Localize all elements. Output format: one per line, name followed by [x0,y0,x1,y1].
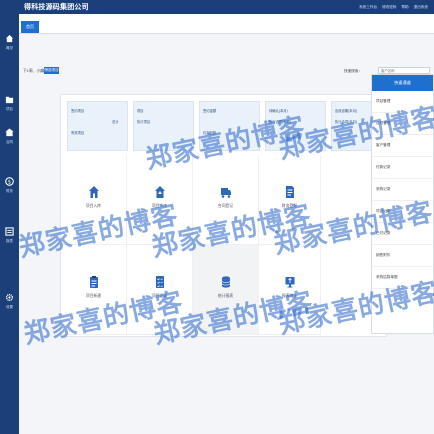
document-icon [285,186,294,198]
stat-label: 应收逾期(本月) [335,109,357,113]
stat-label: 执行合同(本月) [269,120,291,124]
database-icon [221,276,230,288]
sidebar-item-label: 项目 [6,107,13,111]
sidebar-item-contracts[interactable]: 合同 [0,128,19,144]
module-tile[interactable]: 项目入库 [127,155,193,245]
module-tile[interactable]: 统计报表 [193,245,259,335]
house-icon [88,186,99,198]
sidebar: 概况 项目 合同 $ 财务 报表 设置 [0,14,19,434]
dashboard-panel: 签约项目 有效项目 总计 项目 执行项目 签约金额 约定回款 待确认(本月) 执… [60,94,387,337]
sidebar-item-settings[interactable]: 设置 [0,293,19,309]
module-tile[interactable]: 合同登记 [193,155,259,245]
quick-access-panel: 快速通道 项目管理 合同管理 客户管理 付款记录 采购记录 项目记录 已付记录 … [371,74,434,334]
stat-label: 约定回款 [203,131,217,135]
module-tile[interactable]: 报表统计 [259,245,321,335]
module-label: 财务登记 [281,204,298,208]
truck-icon [220,188,231,198]
stat-label: 签约项目 [71,109,85,113]
main-content: 首页 下1周、小编 筛选项目 快速搜索： 签约项目 有效项目 总计 项目 执行项… [19,14,434,434]
stat-label: 执行合同(本月) [335,120,357,124]
report-icon [5,227,14,236]
quick-link[interactable]: 项目管理 [372,91,433,113]
stat-card[interactable]: 签约项目 有效项目 总计 [67,101,128,151]
top-header: 得科技源码集团公司 系统工作台 修改密码 帮助 退出系统 [0,0,434,14]
quick-link[interactable]: 付款记录 [372,157,433,179]
quick-link[interactable]: 销售附件 [372,245,433,267]
stat-label: 签约金额 [203,109,217,113]
quick-link[interactable]: 采购记录 [372,179,433,201]
sidebar-item-label: 报表 [6,239,13,243]
header-link-logout[interactable]: 退出系统 [414,5,428,10]
sidebar-item-overview[interactable]: 概况 [0,34,19,50]
module-tile[interactable]: 财务登记 [259,155,321,245]
quick-link[interactable]: 已付记录 [372,223,433,245]
module-tile[interactable]: 项目新建 [61,245,127,335]
sidebar-item-label: 设置 [6,305,13,309]
quick-link[interactable]: 合同管理 [372,113,433,135]
house-up-icon [154,186,165,198]
quick-access-title: 快速通道 [372,75,433,91]
clipboard-icon [89,276,98,288]
sidebar-item-label: 概况 [6,46,13,50]
tab-bar: 首页 [19,14,434,34]
filter-summary: 下1周、小编 [23,69,45,73]
filter-button[interactable]: 筛选项目 [44,66,59,74]
search-label: 快速搜索： [344,69,362,73]
search-input[interactable] [378,67,430,74]
checklist-icon [155,276,164,288]
stat-label: 有效项目 [71,131,85,135]
module-label: 统计报表 [217,294,234,298]
module-label: 项目入库 [85,204,102,208]
sidebar-item-label: 财务 [6,189,13,193]
gear-icon [5,293,14,302]
stat-label: 项目 [137,109,144,113]
quick-link[interactable]: 客户管理 [372,135,433,157]
svg-text:$: $ [8,179,11,185]
stat-card[interactable]: 项目 执行项目 [133,101,194,151]
module-label: 项目新建 [85,294,102,298]
quick-link[interactable]: 采购结算单据 [372,267,433,289]
stat-label: 执行项目 [137,120,151,124]
monitor-icon [285,277,294,288]
stat-card[interactable]: 签约金额 约定回款 [199,101,260,151]
sidebar-item-finance[interactable]: $ 财务 [0,177,19,193]
module-label: 项目入库 [151,204,168,208]
header-link-change-password[interactable]: 修改密码 [382,5,396,10]
header-link-help[interactable]: 帮助 [401,5,408,10]
sidebar-item-label: 合同 [6,140,13,144]
sidebar-item-projects[interactable]: 项目 [0,95,19,111]
module-tile[interactable]: 项目入库 [61,155,127,245]
money-icon: $ [5,177,14,186]
module-label: 报表统计 [281,294,298,298]
home-icon [5,34,14,43]
module-label: 合同登记 [217,204,234,208]
header-links: 系统工作台 修改密码 帮助 退出系统 [359,5,434,10]
stat-card[interactable]: 待确认(本月) 执行合同(本月) [265,101,326,151]
company-title: 得科技源码集团公司 [24,3,89,11]
quick-link[interactable]: 项目记录 [372,201,433,223]
tab-home[interactable]: 首页 [21,21,39,33]
folder-icon [5,96,14,104]
module-tile[interactable]: 项目记录 [127,245,193,335]
stat-label: 待确认(本月) [269,109,288,113]
header-link-workbench[interactable]: 系统工作台 [359,5,377,10]
building-icon [5,128,14,137]
sidebar-item-reports[interactable]: 报表 [0,227,19,243]
stat-label: 总计 [112,120,119,124]
module-label: 项目记录 [151,294,168,298]
